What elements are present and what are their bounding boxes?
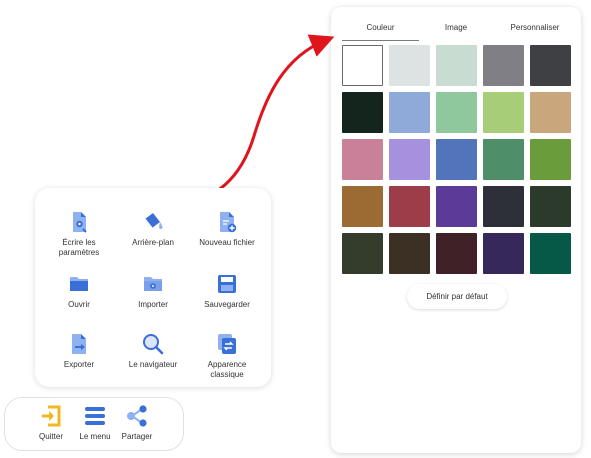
tab-couleur[interactable]: Couleur [342,23,419,32]
color-swatch[interactable] [483,92,524,133]
share-button[interactable]: Partager [113,404,161,441]
menu-item-exporter[interactable]: Exporter [40,332,118,370]
color-swatch[interactable] [483,186,524,227]
bottom-bar-label: Quitter [38,432,63,441]
magnifier-icon [143,334,164,355]
menu-item-ouvrir[interactable]: Ouvrir [40,272,118,310]
bottom-bar-label: Partager [121,432,153,441]
export-icon [72,334,86,354]
menu-item-label: Écrire les paramètres [58,238,100,257]
color-swatch[interactable] [530,186,571,227]
menu-item-label: Nouveau fichier [199,238,255,247]
color-swatch[interactable] [389,139,430,180]
menu-item-label: Ouvrir [68,300,90,309]
color-swatch-grid [342,45,572,275]
color-swatch[interactable] [436,233,477,274]
menu-item-label: Exporter [63,360,95,369]
menu-icon [85,407,105,425]
color-swatch[interactable] [342,186,383,227]
menu-item-label: Arrière-plan [132,238,174,247]
share-icon [127,405,147,427]
tab-image[interactable]: Image [424,23,488,32]
menu-item-label: Le navigateur [128,360,178,369]
paint-bucket-icon [144,213,163,229]
bottom-bar: Quitter Le menu Partager [4,397,184,451]
settings-file-icon [73,212,87,233]
exit-icon [42,405,61,427]
import-folder-icon [144,277,162,291]
color-swatch[interactable] [342,45,383,86]
color-swatch[interactable] [389,233,430,274]
picker-tabs: Couleur Image Personnaliser [331,7,581,47]
menu-item-importer[interactable]: Importer [114,272,192,310]
color-picker-panel: Couleur Image Personnaliser Définir par … [331,7,581,453]
quit-button[interactable]: Quitter [27,404,75,441]
color-swatch[interactable] [530,45,571,86]
color-swatch[interactable] [389,92,430,133]
color-swatch[interactable] [436,92,477,133]
menu-item-sauvegarder[interactable]: Sauvegarder [188,272,266,310]
color-swatch[interactable] [436,186,477,227]
menu-item-apparence-classique[interactable]: Apparence classique [188,332,266,380]
menu-item-navigateur[interactable]: Le navigateur [114,332,192,370]
save-icon [218,275,236,293]
menu-item-arriere-plan[interactable]: Arrière-plan [114,210,192,248]
color-swatch[interactable] [483,233,524,274]
color-swatch[interactable] [342,92,383,133]
menu-button[interactable]: Le menu [71,404,119,441]
tab-personnaliser[interactable]: Personnaliser [499,23,571,32]
menu-item-label: Sauvegarder [204,300,250,309]
color-swatch[interactable] [436,139,477,180]
set-default-button[interactable]: Définir par défaut [407,284,507,309]
color-swatch[interactable] [483,45,524,86]
folder-icon [70,277,88,291]
color-swatch[interactable] [483,139,524,180]
classic-appearance-icon [218,334,236,354]
bottom-bar-label: Le menu [79,432,111,441]
color-swatch[interactable] [436,45,477,86]
color-swatch[interactable] [389,186,430,227]
menu-item-nouveau-fichier[interactable]: Nouveau fichier [188,210,266,248]
menu-item-ecrire-parametres[interactable]: Écrire les paramètres [40,210,118,258]
menu-item-label: Apparence classique [207,360,247,379]
new-file-icon [220,212,237,233]
active-tab-indicator [342,40,419,41]
color-swatch[interactable] [530,139,571,180]
menu-item-label: Importer [138,300,168,309]
color-swatch[interactable] [530,233,571,274]
color-swatch[interactable] [530,92,571,133]
color-swatch[interactable] [342,139,383,180]
color-swatch[interactable] [389,45,430,86]
color-swatch[interactable] [342,233,383,274]
action-menu: Écrire les paramètres Arrière-plan Nouve… [35,188,271,387]
